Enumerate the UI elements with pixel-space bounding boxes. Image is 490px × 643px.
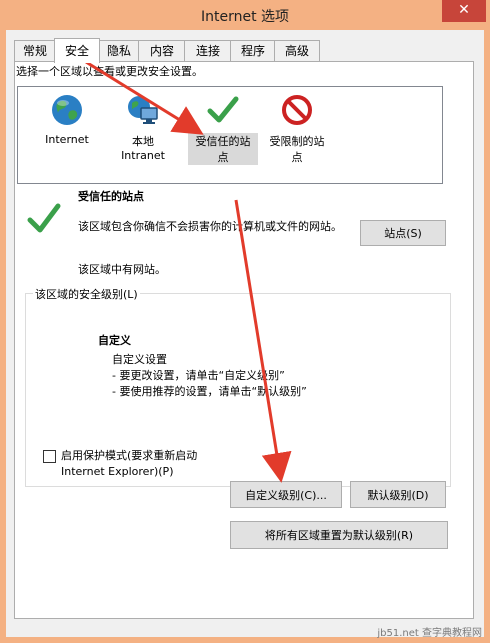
annotation-arrows bbox=[85, 60, 292, 483]
arrow-to-custom-level bbox=[234, 199, 292, 483]
arrow-to-trusted-zone bbox=[85, 60, 204, 135]
watermark: jb51.net 查字典教程网 bbox=[377, 628, 482, 639]
tab-security[interactable]: 安全 bbox=[54, 38, 100, 63]
